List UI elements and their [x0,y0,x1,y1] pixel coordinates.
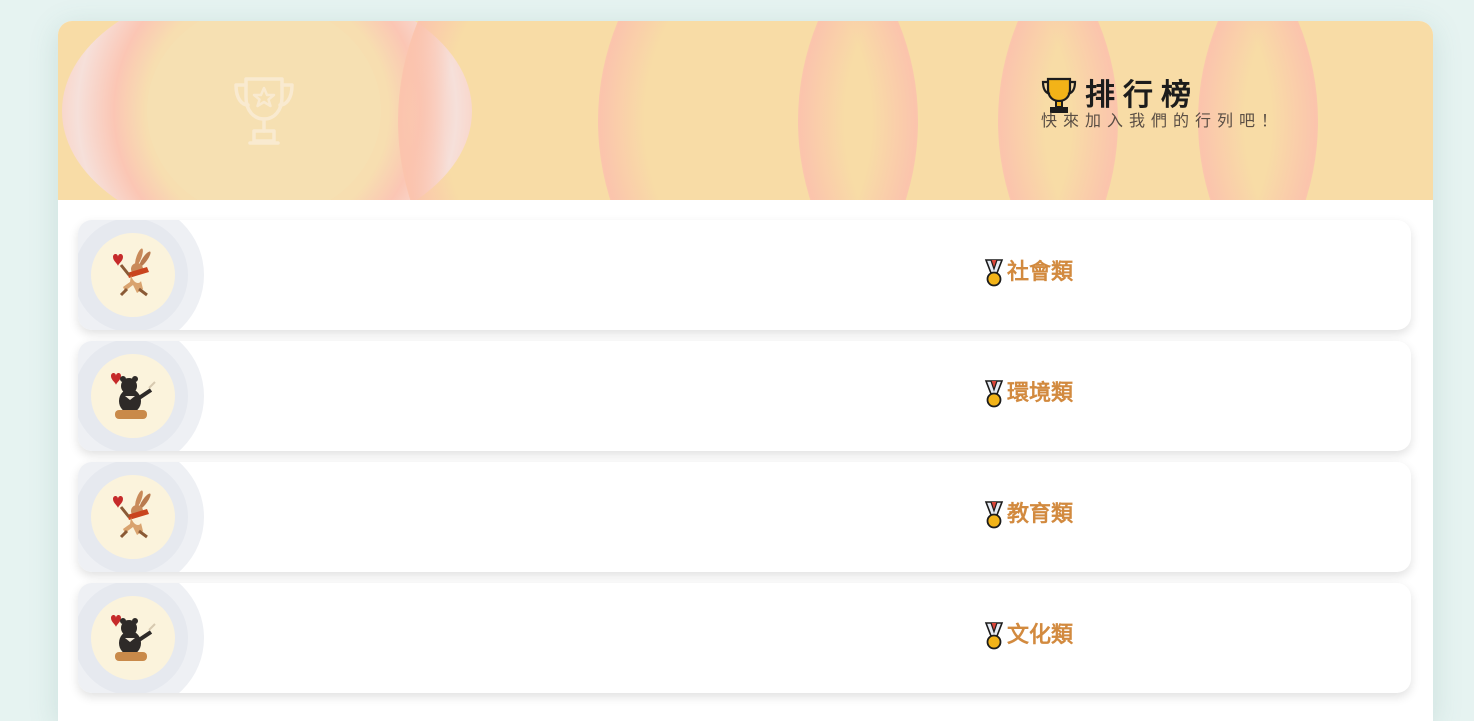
medal-icon [984,501,1004,529]
header-title-block: 排行榜 快來加入我們的行列吧！ [1041,77,1301,131]
leaderboard-row[interactable]: 文化類 [78,583,1411,693]
leaderboard-row[interactable]: 環境類 [78,341,1411,451]
category-label: 社會類 [983,258,1073,288]
page-title-row: 排行榜 [1041,77,1301,115]
bear-avatar-icon [91,354,175,438]
rabbit-avatar-icon [91,475,175,559]
page-subtitle: 快來加入我們的行列吧！ [1041,111,1284,130]
header-banner: 排行榜 快來加入我們的行列吧！ [58,21,1433,200]
medal-icon [984,259,1004,287]
bear-avatar-icon [91,596,175,680]
medal-icon [984,380,1004,408]
trophy-outline-icon [234,77,294,145]
category-label: 文化類 [983,621,1073,651]
page-title: 排行榜 [1085,78,1199,113]
leaderboard-row[interactable]: 社會類 [78,220,1411,330]
leaderboard-row[interactable]: 教育類 [78,462,1411,572]
category-text: 文化類 [1007,623,1074,648]
category-text: 教育類 [1007,502,1074,527]
category-text: 環境類 [1007,381,1074,406]
category-text: 社會類 [1007,260,1074,285]
category-label: 教育類 [983,500,1073,530]
medal-icon [984,622,1004,650]
leaderboard-card: 排行榜 快來加入我們的行列吧！ 社會類 環境類 教育類 文化類 [58,21,1433,721]
category-label: 環境類 [983,379,1073,409]
trophy-icon [1041,77,1077,113]
rabbit-avatar-icon [91,233,175,317]
